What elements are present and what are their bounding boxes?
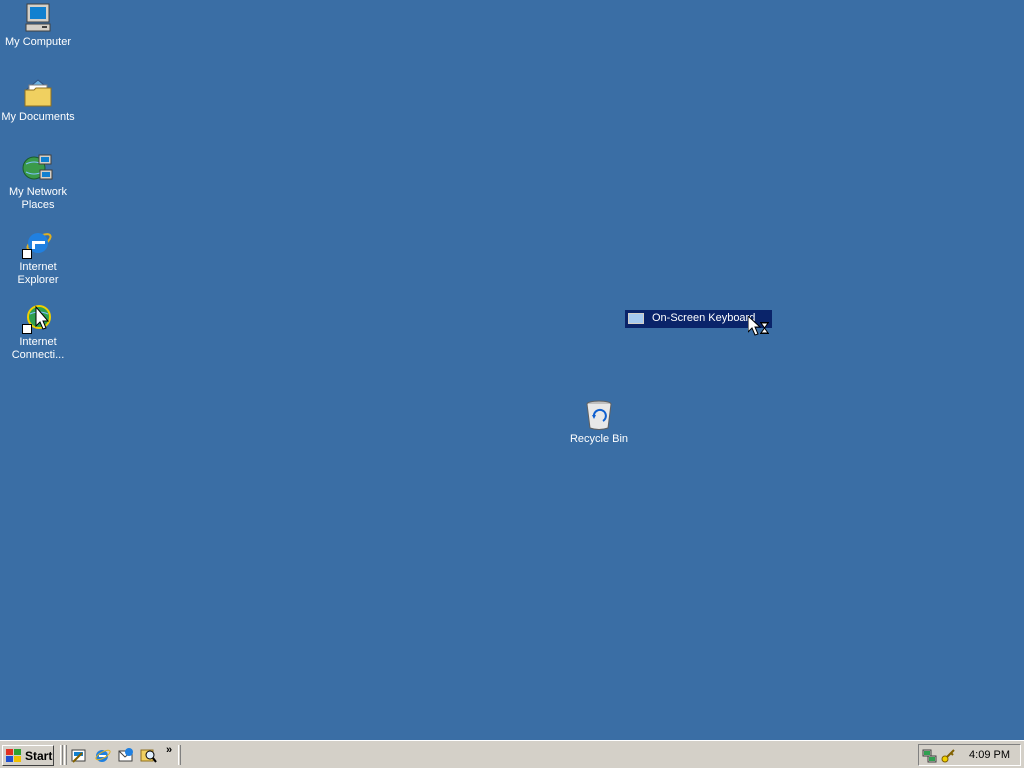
desktop-icon-label: Internet Connecti... (11, 336, 65, 361)
recycle-bin-icon (583, 399, 615, 431)
keyboard-icon (628, 313, 644, 324)
desktop-icon-label: Internet Explorer (17, 261, 59, 286)
window-title: On-Screen Keyboard (652, 312, 756, 324)
arrow-busy-cursor-icon (747, 314, 772, 340)
recycle-bin-desktop-icon[interactable]: Recycle Bin (561, 399, 637, 446)
internet-explorer-icon (22, 227, 54, 259)
desktop-icon-label: My Computer (4, 36, 72, 48)
outlook-express-icon[interactable] (117, 747, 134, 764)
toolbar-grip[interactable] (178, 745, 181, 765)
show-desktop-icon[interactable] (70, 747, 87, 764)
shortcut-arrow-icon (22, 249, 32, 259)
my-network-places-desktop-icon[interactable]: My Network Places (0, 152, 76, 212)
search-icon[interactable] (140, 747, 157, 764)
connection-wizard-icon (22, 302, 54, 334)
windows-logo-icon (6, 749, 22, 762)
desktop[interactable]: My Computer My Documents My Network Plac… (0, 0, 1024, 740)
computer-icon (22, 2, 54, 34)
key-icon[interactable] (940, 748, 956, 764)
start-button[interactable]: Start (2, 745, 54, 766)
desktop-icon-label: My Network Places (8, 186, 68, 211)
internet-connection-wizard-desktop-icon[interactable]: Internet Connecti... (0, 302, 76, 362)
my-documents-desktop-icon[interactable]: My Documents (0, 77, 76, 124)
toolbar-grip[interactable] (64, 745, 67, 765)
toolbar-grip[interactable] (60, 745, 63, 765)
desktop-icon-label: Recycle Bin (569, 433, 629, 445)
internet-explorer-desktop-icon[interactable]: Internet Explorer (0, 227, 76, 287)
internet-explorer-icon[interactable] (94, 747, 111, 764)
network-globe-icon (22, 152, 54, 184)
desktop-icon-label: My Documents (1, 111, 75, 123)
taskbar: Start » 4:09 PM (0, 740, 1024, 768)
network-icon[interactable] (922, 748, 938, 764)
shortcut-arrow-icon (22, 324, 32, 334)
my-computer-desktop-icon[interactable]: My Computer (0, 2, 76, 49)
quick-launch-chevron[interactable]: » (166, 744, 172, 756)
system-tray: 4:09 PM (918, 744, 1021, 766)
clock[interactable]: 4:09 PM (969, 749, 1010, 761)
folder-icon (22, 77, 54, 109)
start-label: Start (25, 749, 53, 763)
